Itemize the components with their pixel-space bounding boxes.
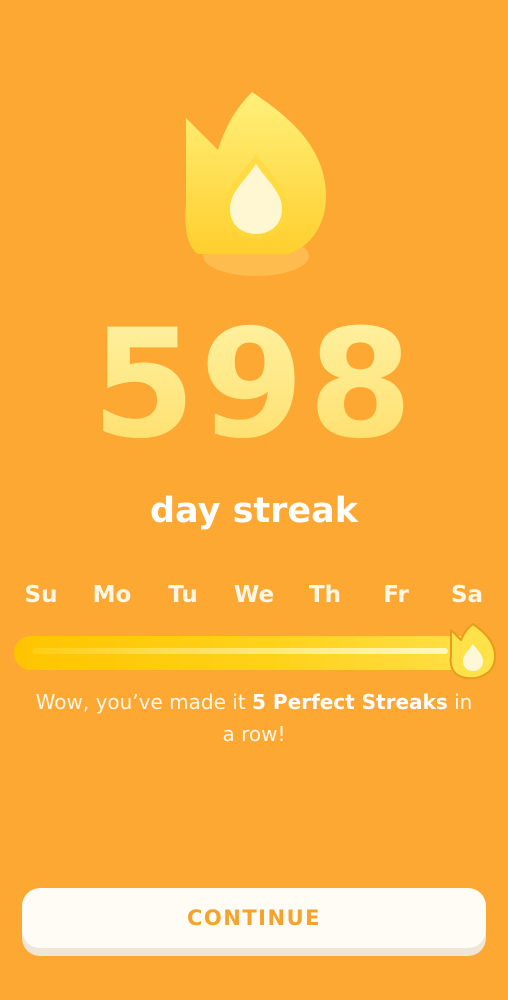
weekday-label: Mo: [92, 582, 132, 608]
week-progress-shine: [32, 648, 448, 654]
weekday-label: Sa: [450, 582, 484, 608]
weekday-label: Su: [24, 582, 58, 608]
message-prefix: Wow, you’ve made it: [35, 690, 253, 714]
streak-count: 598: [0, 300, 508, 470]
flame-icon: [448, 622, 498, 680]
weekday-label: Tu: [168, 582, 198, 608]
streak-message: Wow, you’ve made it 5 Perfect Streaks in…: [30, 686, 478, 750]
continue-button[interactable]: CONTINUE: [22, 888, 486, 948]
flame-icon: [172, 84, 342, 284]
weekday-label: We: [233, 582, 275, 608]
weekday-row: Su Mo Tu We Th Fr Sa: [0, 578, 508, 612]
message-highlight: 5 Perfect Streaks: [252, 690, 448, 714]
week-progress-bar: [14, 636, 486, 670]
weekday-label: Th: [308, 582, 342, 608]
weekday-label: Fr: [383, 582, 409, 608]
streak-label: day streak: [149, 491, 359, 531]
